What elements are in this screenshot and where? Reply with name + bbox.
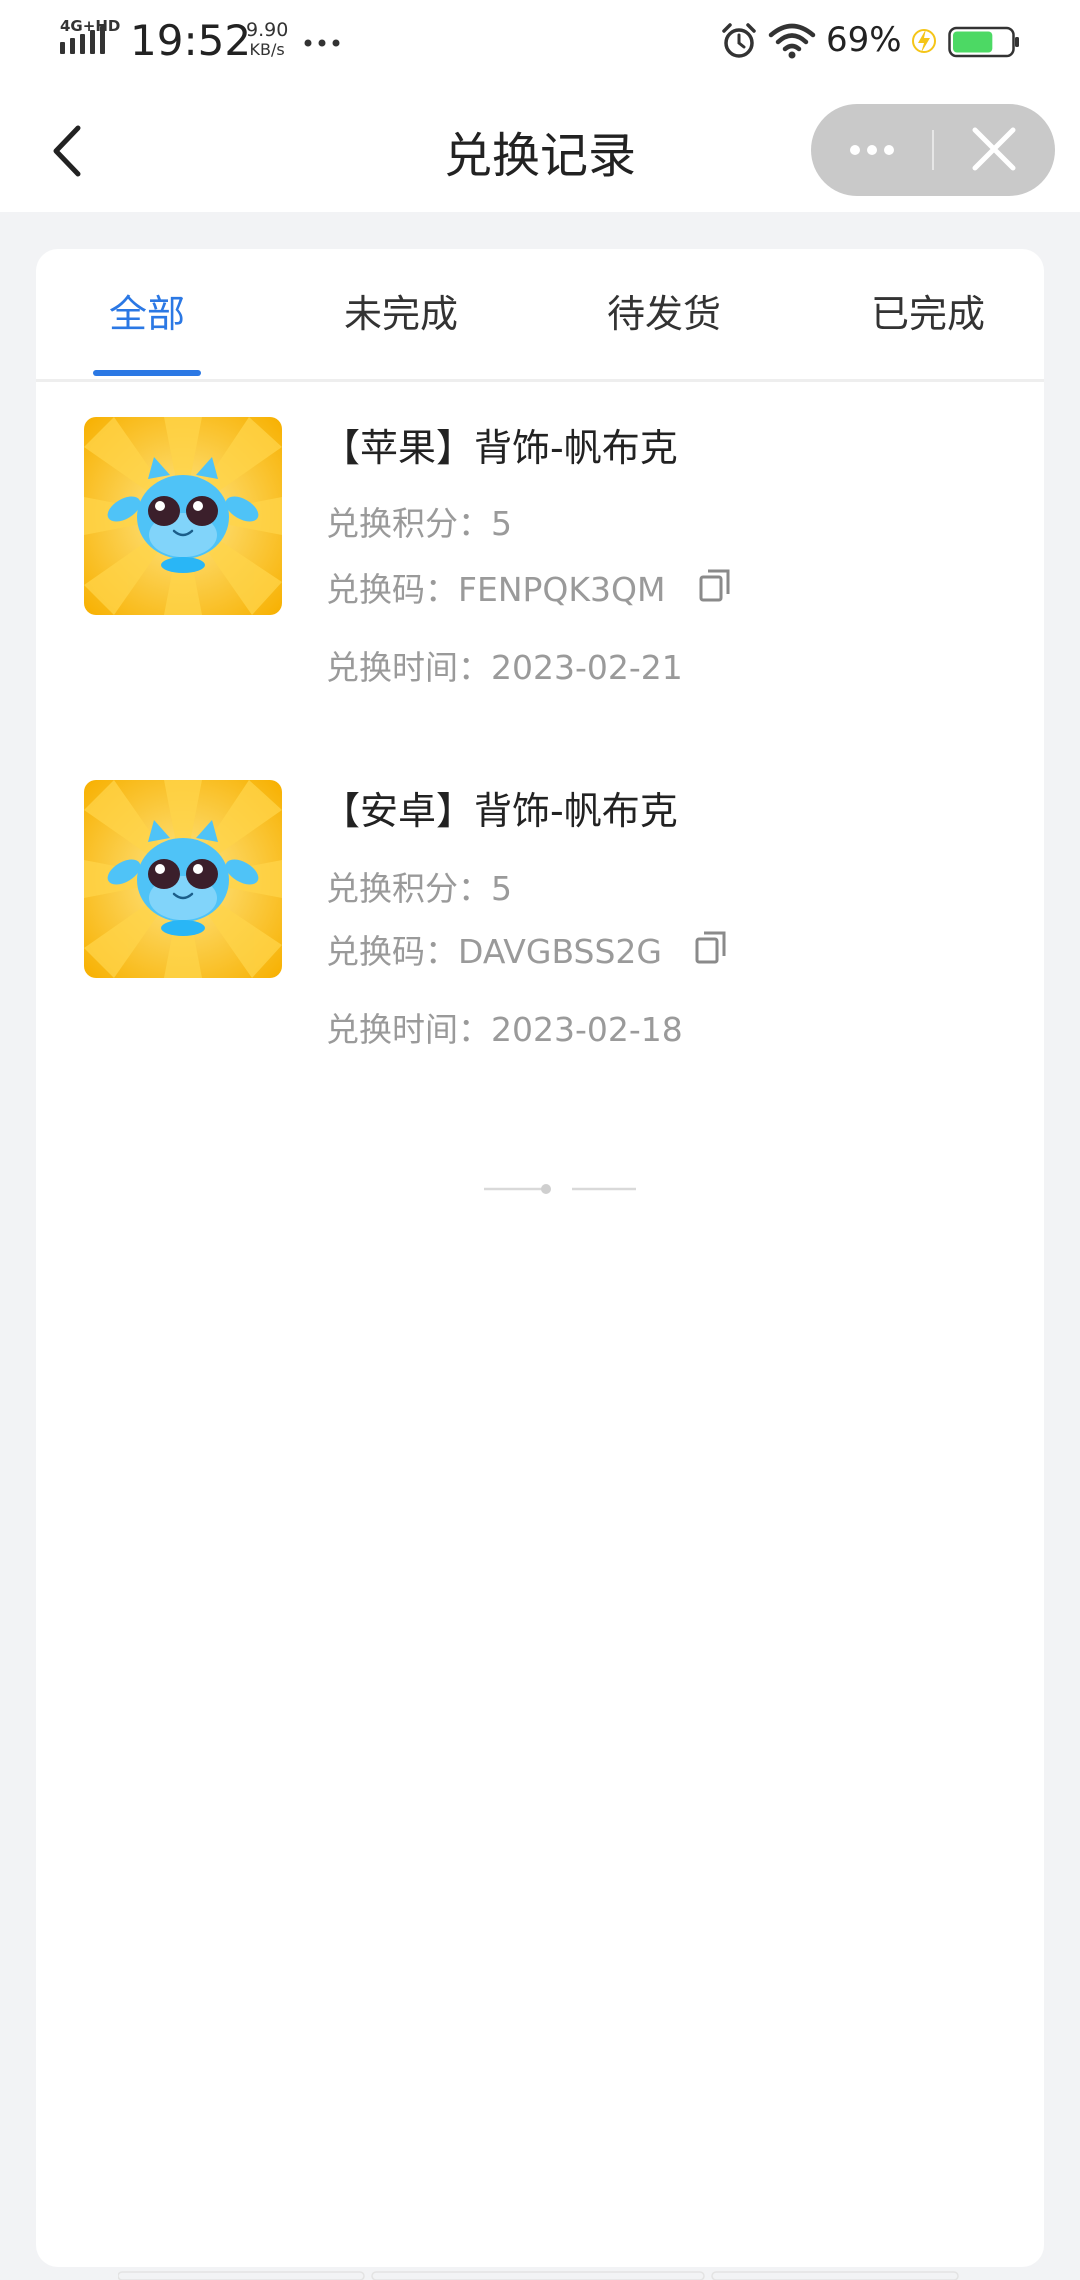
tab-completed[interactable]: 已完成 bbox=[843, 283, 1013, 338]
time-value: 2023-02-21 bbox=[491, 648, 683, 687]
tab-bar: 全部 未完成 待发货 已完成 bbox=[36, 249, 1044, 382]
navigation-bar: 兑换记录 bbox=[0, 86, 1080, 212]
speed-unit: KB/s bbox=[249, 40, 285, 59]
time-value: 2023-02-18 bbox=[491, 1010, 683, 1049]
battery-icon bbox=[948, 26, 1019, 58]
network-speed: 9.90 KB/s bbox=[246, 20, 288, 60]
tab-all[interactable]: 全部 bbox=[93, 283, 201, 338]
copy-icon[interactable] bbox=[694, 929, 728, 965]
list-item[interactable]: 【苹果】背饰-帆布克 兑换积分：5 兑换码：FENPQK3QM 兑换时间：202… bbox=[36, 417, 1044, 757]
end-of-list-divider bbox=[484, 1184, 636, 1194]
alarm-icon bbox=[722, 23, 756, 58]
record-title: 【安卓】背饰-帆布克 bbox=[322, 789, 678, 833]
points-value: 5 bbox=[491, 504, 512, 543]
bottom-edge bbox=[118, 2271, 959, 2280]
charging-bolt-icon bbox=[912, 29, 936, 53]
product-thumbnail bbox=[84, 780, 282, 978]
wifi-icon bbox=[768, 23, 816, 59]
battery-percent: 69% bbox=[826, 20, 902, 60]
code-label: 兑换码： bbox=[326, 570, 458, 609]
clock: 19:52 bbox=[130, 16, 252, 65]
copy-icon[interactable] bbox=[698, 567, 732, 603]
status-bar: 4G+HD 19:52 9.90 KB/s 69% bbox=[0, 0, 1080, 86]
points-row: 兑换积分：5 bbox=[326, 862, 512, 910]
record-title: 【苹果】背饰-帆布克 bbox=[322, 426, 678, 470]
code-row: 兑换码：FENPQK3QM bbox=[326, 563, 665, 611]
code-row: 兑换码：DAVGBSS2G bbox=[326, 925, 662, 973]
time-label: 兑换时间： bbox=[326, 1010, 491, 1049]
code-value: DAVGBSS2G bbox=[458, 932, 662, 971]
points-label: 兑换积分： bbox=[326, 504, 491, 543]
tab-incomplete[interactable]: 未完成 bbox=[316, 283, 486, 338]
mini-program-capsule bbox=[811, 104, 1055, 196]
list-item[interactable]: 【安卓】背饰-帆布克 兑换积分：5 兑换码：DAVGBSS2G 兑换时间：202… bbox=[36, 780, 1044, 1120]
points-value: 5 bbox=[491, 869, 512, 908]
close-icon[interactable] bbox=[933, 104, 1055, 196]
points-row: 兑换积分：5 bbox=[326, 497, 512, 545]
tab-pending-shipment[interactable]: 待发货 bbox=[579, 283, 749, 338]
points-label: 兑换积分： bbox=[326, 869, 491, 908]
time-row: 兑换时间：2023-02-21 bbox=[326, 641, 683, 689]
speed-value: 9.90 bbox=[246, 19, 289, 41]
code-label: 兑换码： bbox=[326, 932, 458, 971]
more-dots-icon bbox=[304, 39, 340, 47]
code-value: FENPQK3QM bbox=[458, 570, 666, 609]
records-card: 全部 未完成 待发货 已完成 【苹果】背饰-帆布克 兑换积分：5 兑换码：FEN… bbox=[36, 249, 1044, 2267]
more-dots-icon[interactable] bbox=[811, 104, 933, 196]
time-row: 兑换时间：2023-02-18 bbox=[326, 1003, 683, 1051]
active-tab-indicator bbox=[93, 370, 201, 376]
signal-icon bbox=[60, 26, 105, 54]
product-thumbnail bbox=[84, 417, 282, 615]
time-label: 兑换时间： bbox=[326, 648, 491, 687]
